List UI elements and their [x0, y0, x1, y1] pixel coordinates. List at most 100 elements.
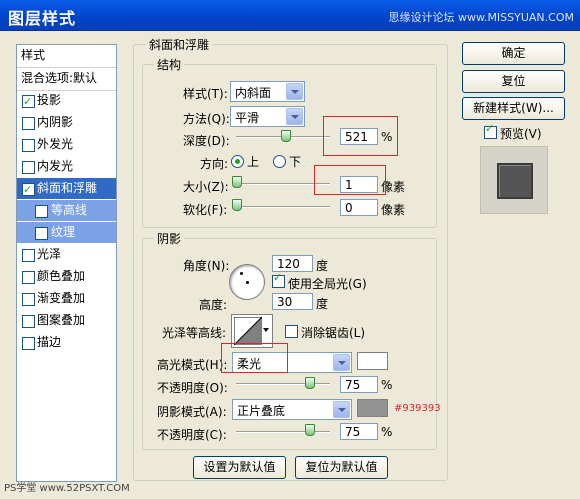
- preview-checkbox[interactable]: [484, 122, 497, 139]
- sidebar-item-blending-options[interactable]: 混合选项:默认: [17, 68, 116, 89]
- sidebar-item-stroke[interactable]: 描边: [17, 332, 116, 353]
- gradient-overlay-checkbox[interactable]: [22, 293, 35, 306]
- altitude-label: 高度:: [199, 298, 228, 312]
- structure-title: 结构: [154, 56, 185, 73]
- style-select[interactable]: 内斜面: [230, 81, 305, 102]
- sidebar-item-drop-shadow[interactable]: 投影: [17, 90, 116, 112]
- shadow-mode-label: 阴影模式(A):: [157, 405, 227, 419]
- antialias-checkbox[interactable]: [285, 325, 298, 338]
- shadow-mode-select[interactable]: 正片叠底: [232, 399, 352, 420]
- shadow-opacity-label: 不透明度(C):: [157, 428, 227, 442]
- inner-shadow-checkbox[interactable]: [22, 117, 35, 130]
- sidebar-item-label: 外发光: [37, 137, 74, 151]
- style-label: 样式(T):: [183, 87, 228, 101]
- altitude-unit: 度: [316, 297, 329, 311]
- shadow-opacity-input[interactable]: 75: [340, 423, 378, 440]
- contour-checkbox[interactable]: [35, 205, 48, 218]
- global-light-label: 使用全局光(G): [288, 277, 367, 291]
- highlight-opacity-input[interactable]: 75: [340, 376, 378, 393]
- reset-default-button[interactable]: 复位为默认值: [295, 456, 388, 479]
- bevel-emboss-title: 斜面和浮雕: [146, 36, 213, 53]
- stroke-checkbox[interactable]: [22, 337, 35, 350]
- method-label: 方法(Q):: [183, 112, 230, 126]
- highlight-opacity-track[interactable]: [236, 383, 330, 385]
- chevron-down-icon: [333, 354, 350, 371]
- direction-down-radio[interactable]: [273, 155, 286, 168]
- angle-unit: 度: [316, 259, 329, 273]
- sidebar-item-label: 图案叠加: [37, 313, 86, 327]
- sidebar-item-color-overlay[interactable]: 颜色叠加: [17, 266, 116, 287]
- global-light-checkbox[interactable]: [272, 271, 285, 288]
- soften-slider-track[interactable]: [236, 206, 330, 208]
- highlight-box-depth: [323, 116, 398, 156]
- highlight-color-swatch[interactable]: [357, 352, 388, 370]
- altitude-input[interactable]: 30: [272, 293, 313, 310]
- pattern-overlay-checkbox[interactable]: [22, 315, 35, 328]
- sidebar-item-satin[interactable]: 光泽: [17, 244, 116, 265]
- sidebar-item-inner-glow[interactable]: 内发光: [17, 156, 116, 177]
- shadow-opacity-thumb[interactable]: [305, 424, 315, 436]
- shadow-opacity-unit: %: [381, 425, 393, 439]
- angle-label: 角度(N):: [183, 259, 230, 273]
- sidebar-item-inner-shadow[interactable]: 内阴影: [17, 112, 116, 133]
- sidebar-item-outer-glow[interactable]: 外发光: [17, 134, 116, 155]
- sidebar-item-styles[interactable]: 样式: [17, 45, 116, 66]
- style-select-value: 内斜面: [235, 86, 272, 100]
- angle-dial[interactable]: [229, 264, 265, 300]
- direction-up-label: 上: [247, 155, 260, 169]
- highlight-mode-label: 高光模式(H):: [157, 358, 228, 372]
- texture-checkbox[interactable]: [35, 227, 48, 240]
- gloss-contour-icon: [234, 317, 262, 345]
- sidebar-item-texture[interactable]: 纹理: [17, 222, 116, 243]
- ok-button[interactable]: 确定: [462, 42, 565, 65]
- shadow-mode-value: 正片叠底: [237, 404, 286, 418]
- direction-up-radio[interactable]: [231, 155, 244, 168]
- highlight-opacity-label: 不透明度(O):: [157, 381, 228, 395]
- shadow-color-swatch[interactable]: [357, 399, 388, 417]
- satin-checkbox[interactable]: [22, 249, 35, 262]
- soften-input[interactable]: 0: [340, 199, 378, 216]
- shading-title: 阴影: [154, 230, 185, 247]
- sidebar-item-label: 光泽: [37, 247, 62, 261]
- sidebar-item-gradient-overlay[interactable]: 渐变叠加: [17, 288, 116, 309]
- gloss-contour-label: 光泽等高线:: [162, 326, 227, 340]
- method-select-value: 平滑: [235, 111, 260, 125]
- drop-shadow-checkbox[interactable]: [22, 91, 35, 112]
- direction-down-label: 下: [289, 155, 302, 169]
- sidebar-item-bevel-emboss[interactable]: 斜面和浮雕: [17, 178, 116, 200]
- method-select[interactable]: 平滑: [230, 106, 305, 127]
- sidebar-item-label: 投影: [37, 93, 62, 107]
- highlight-opacity-thumb[interactable]: [305, 377, 315, 389]
- sidebar-item-label: 等高线: [51, 203, 88, 217]
- watermark-bottom: PS学堂 www.52PSXT.COM: [4, 483, 130, 494]
- preview-swatch-icon: [497, 163, 533, 199]
- inner-glow-checkbox[interactable]: [22, 161, 35, 174]
- styles-list: 样式 混合选项:默认 投影 内阴影 外发光 内发光 斜面和浮雕 等高线: [16, 44, 117, 482]
- sidebar-item-label: 颜色叠加: [37, 269, 86, 283]
- new-style-button[interactable]: 新建样式(W)...: [462, 97, 565, 120]
- make-default-button[interactable]: 设置为默认值: [193, 456, 286, 479]
- title-bar[interactable]: 图层样式 思缘设计论坛 www.MISSYUAN.COM: [0, 0, 580, 31]
- outer-glow-checkbox[interactable]: [22, 139, 35, 152]
- preview-thumbnail: [480, 146, 548, 214]
- chevron-down-icon: [263, 328, 269, 332]
- sidebar-item-label: 混合选项:默认: [21, 71, 98, 85]
- highlight-box-size: [314, 165, 386, 195]
- sidebar-item-label: 斜面和浮雕: [37, 181, 98, 195]
- angle-input[interactable]: 120: [272, 255, 313, 272]
- shadow-opacity-track[interactable]: [236, 431, 330, 433]
- soften-slider-thumb[interactable]: [232, 199, 242, 211]
- depth-slider-thumb[interactable]: [281, 130, 291, 142]
- sidebar-item-pattern-overlay[interactable]: 图案叠加: [17, 310, 116, 331]
- size-label: 大小(Z):: [183, 180, 229, 194]
- sidebar-item-contour[interactable]: 等高线: [17, 200, 116, 221]
- reset-button[interactable]: 复位: [462, 70, 565, 93]
- size-slider-thumb[interactable]: [232, 176, 242, 188]
- antialias-label: 消除锯齿(L): [301, 326, 366, 340]
- color-overlay-checkbox[interactable]: [22, 271, 35, 284]
- watermark-top: 思缘设计论坛 www.MISSYUAN.COM: [388, 11, 574, 24]
- sidebar-item-label: 样式: [21, 48, 46, 62]
- layer-style-dialog: 图层样式 思缘设计论坛 www.MISSYUAN.COM 样式 混合选项:默认 …: [0, 0, 580, 499]
- bevel-emboss-checkbox[interactable]: [22, 179, 35, 200]
- dial-handle-icon: [240, 272, 243, 275]
